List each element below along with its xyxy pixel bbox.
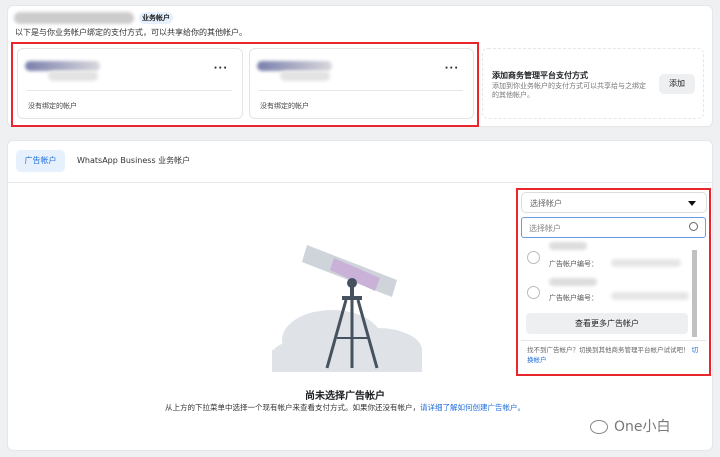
- header-description: 以下是与你业务帐户绑定的支付方式，可以共享给你的其他帐户。: [15, 28, 247, 37]
- tab-whatsapp-business[interactable]: WhatsApp Business 业务帐户: [77, 150, 190, 172]
- watermark: One小白: [590, 416, 671, 436]
- empty-state-description: 从上方的下拉菜单中选择一个现有帐户来查看支付方式。如果你还没有帐户，请详细了解如…: [0, 402, 690, 413]
- add-payment-panel: 添加商务管理平台支付方式 添加到你业务帐户的支付方式可以共享给与之绑定的其他帐户…: [482, 48, 704, 119]
- wechat-icon: [590, 420, 608, 434]
- tab-ad-accounts[interactable]: 广告帐户: [16, 150, 65, 172]
- watermark-text: One小白: [614, 419, 671, 435]
- highlight-box: [11, 42, 479, 127]
- tabs-divider: [8, 182, 712, 183]
- add-panel-description: 添加到你业务帐户的支付方式可以共享给与之绑定的其他帐户。: [492, 82, 646, 99]
- telescope-illustration: [272, 245, 422, 372]
- add-button[interactable]: 添加: [659, 74, 695, 94]
- business-badge: 业务帐户: [139, 12, 173, 24]
- add-panel-title: 添加商务管理平台支付方式: [492, 71, 588, 80]
- empty-state-title: 尚未选择广告帐户: [305, 391, 385, 402]
- empty-state-text: 从上方的下拉菜单中选择一个现有帐户来查看支付方式。如果你还没有帐户，: [165, 403, 420, 412]
- business-name-redacted: [14, 12, 134, 24]
- create-ad-account-link[interactable]: 请详细了解如何创建广告帐户。: [420, 403, 525, 412]
- highlight-box: [516, 188, 711, 376]
